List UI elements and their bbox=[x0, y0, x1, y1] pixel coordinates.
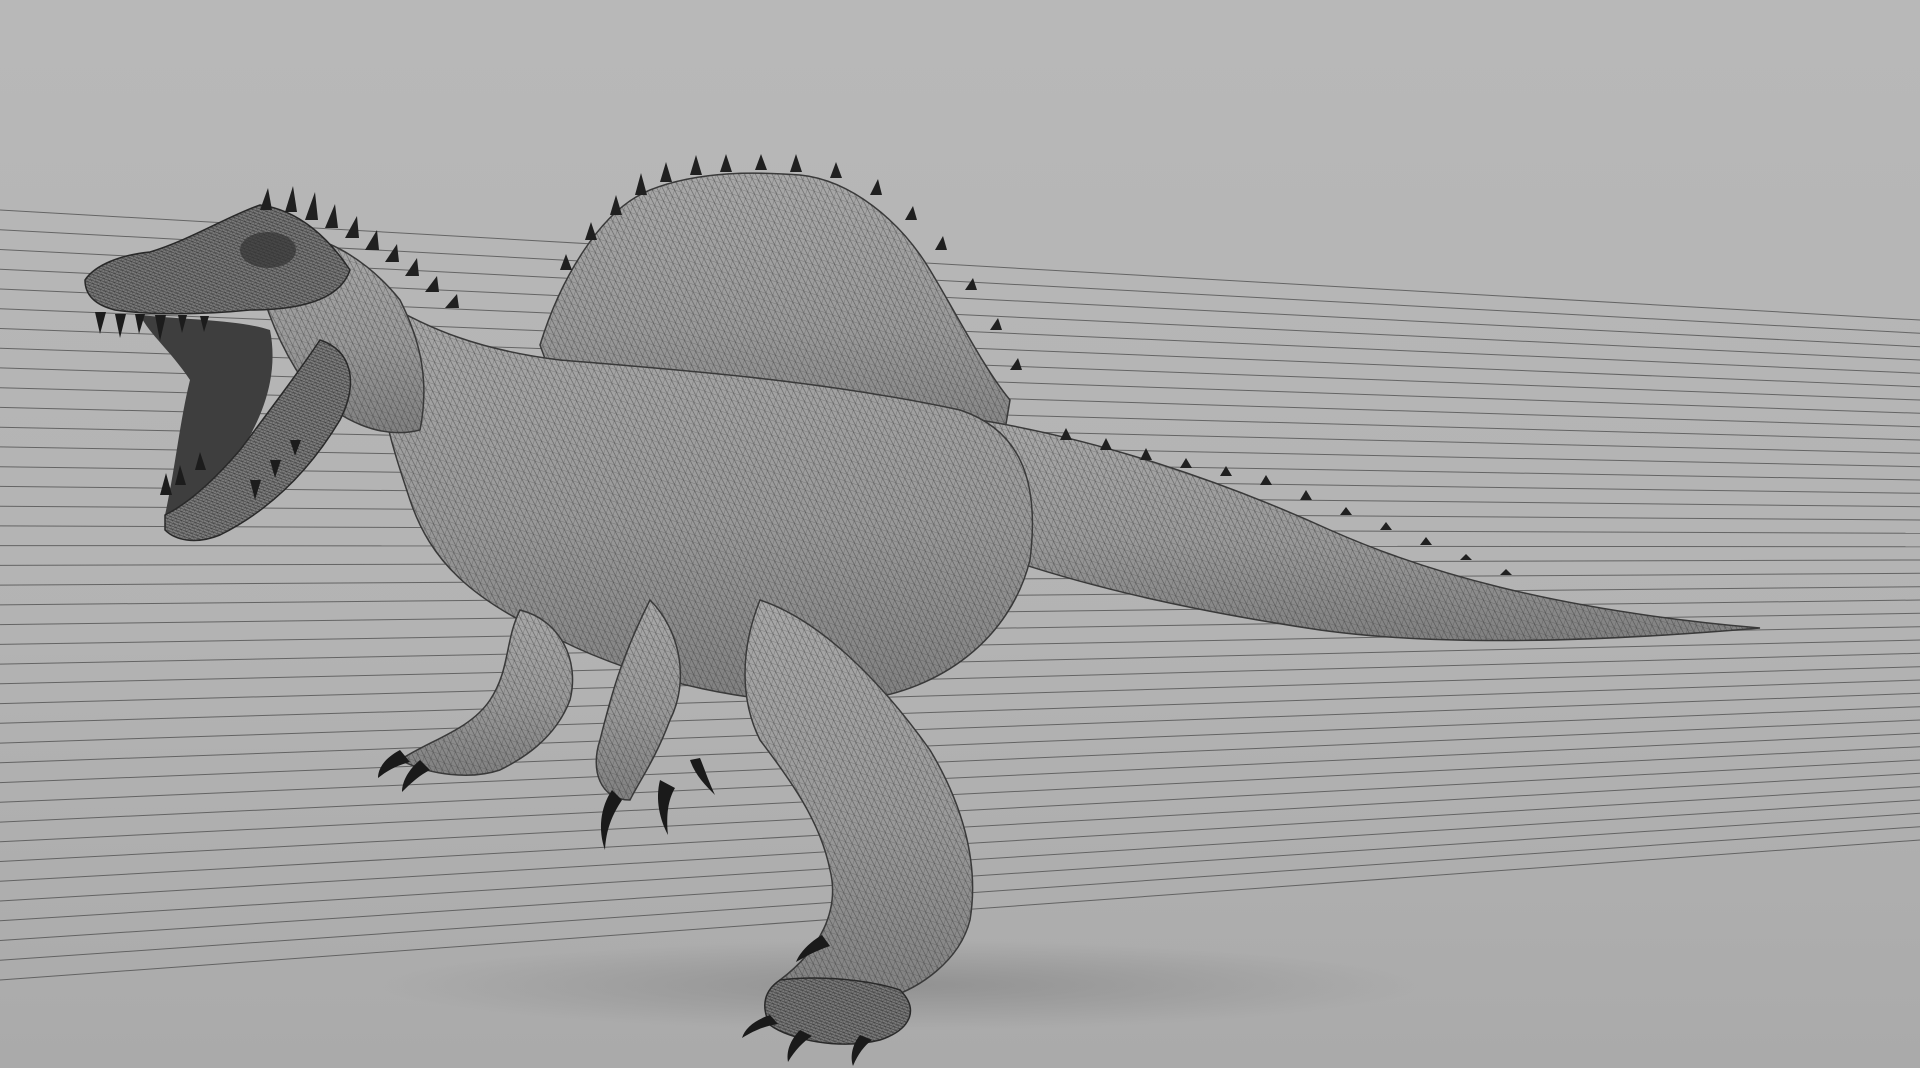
render-viewport bbox=[0, 0, 1920, 1068]
wireframe-render bbox=[0, 0, 1920, 1068]
eye bbox=[240, 232, 296, 268]
